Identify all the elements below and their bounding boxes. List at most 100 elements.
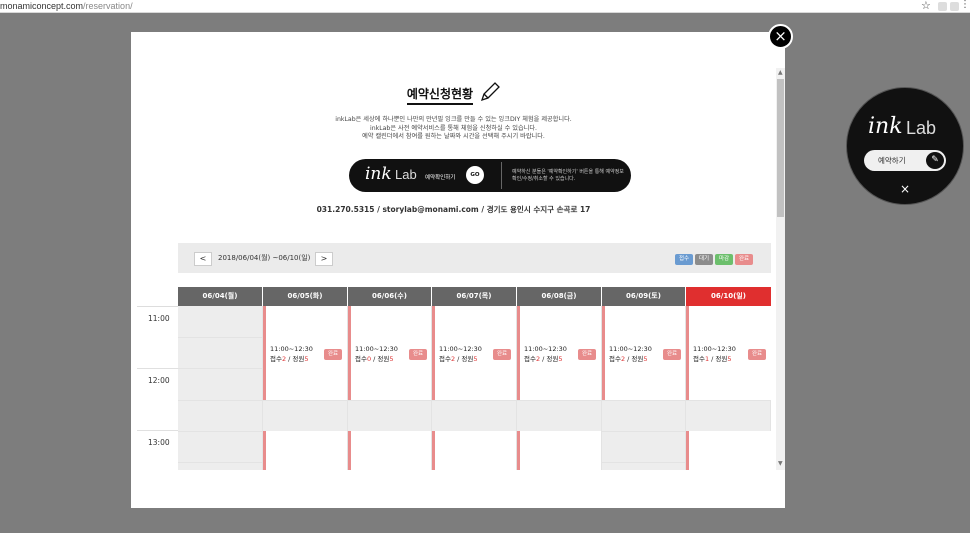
status-badge: 완료 bbox=[409, 349, 427, 360]
slot-time: 11:00~12:30 bbox=[270, 345, 313, 353]
scroll-up-icon[interactable]: ▲ bbox=[778, 69, 783, 76]
slot-time: 11:00~12:30 bbox=[355, 345, 398, 353]
calendar-grid: 11:00~12:30 접수2 / 정원5 완료 11:00~12:30 접수0… bbox=[178, 306, 771, 470]
slot-count: 접수0 / 정원5 bbox=[355, 355, 394, 363]
day-header-wed: 06/06(수) bbox=[348, 287, 431, 306]
time-slot[interactable] bbox=[517, 431, 601, 470]
slot-bar bbox=[263, 431, 266, 470]
day-header-sun: 06/10(일) bbox=[686, 287, 771, 306]
slot-count: 접수2 / 정원5 bbox=[270, 355, 309, 363]
legend-waiting: 대기 bbox=[695, 254, 713, 265]
page-title: 예약신청현황 bbox=[406, 85, 474, 105]
status-badge: 완료 bbox=[493, 349, 511, 360]
slot-time: 11:00~12:30 bbox=[609, 345, 652, 353]
day-header-tue: 06/05(화) bbox=[263, 287, 347, 306]
inklab-logo-lab: Lab bbox=[395, 167, 417, 182]
time-label: 13:00 bbox=[148, 438, 170, 447]
legend-complete: 완료 bbox=[735, 254, 753, 265]
widget-logo-lab: Lab bbox=[906, 118, 937, 138]
time-slot[interactable] bbox=[263, 431, 347, 470]
inklab-logo-ink: ink bbox=[365, 164, 392, 184]
status-badge: 완료 bbox=[663, 349, 681, 360]
pencil-icon bbox=[480, 82, 501, 106]
time-label: 11:00 bbox=[148, 314, 170, 323]
slot-bar bbox=[348, 306, 351, 400]
time-slot[interactable] bbox=[686, 431, 771, 470]
slot-time: 11:00~12:30 bbox=[524, 345, 567, 353]
browser-menu-icon[interactable]: ⋮ bbox=[960, 0, 970, 10]
legend-closed: 마감 bbox=[715, 254, 733, 265]
day-header-sat: 06/09(토) bbox=[602, 287, 685, 306]
calendar-cell bbox=[178, 306, 263, 470]
status-badge: 완료 bbox=[324, 349, 342, 360]
time-divider bbox=[137, 368, 178, 369]
modal-scrollbar[interactable]: ▲ ▼ bbox=[776, 68, 785, 470]
date-range: 2018/06/04(월) ~06/10(일) bbox=[218, 254, 311, 262]
reserve-button[interactable]: 예약하기 ✎ bbox=[864, 150, 946, 171]
time-label: 12:00 bbox=[148, 376, 170, 385]
banner-note: 예약하신 분들은 '예약확인하기' 버튼을 통해 예약정보 확인/수정/취소할 … bbox=[512, 169, 624, 182]
time-slot[interactable] bbox=[348, 431, 431, 470]
time-slot[interactable]: 11:00~12:30 접수2 / 정원5 완료 bbox=[517, 306, 601, 400]
slot-count: 접수1 / 정원5 bbox=[693, 355, 732, 363]
scrollbar-thumb[interactable] bbox=[777, 79, 784, 217]
time-slot[interactable]: 11:00~12:30 접수0 / 정원5 완료 bbox=[348, 306, 431, 400]
slot-bar bbox=[686, 431, 689, 470]
calendar-cell bbox=[178, 400, 771, 431]
status-badge: 완료 bbox=[748, 349, 766, 360]
url-path: /reservation/ bbox=[83, 1, 133, 11]
next-week-button[interactable]: > bbox=[315, 252, 333, 266]
slot-bar bbox=[263, 306, 266, 400]
time-slot[interactable] bbox=[432, 431, 516, 470]
time-slot[interactable]: 11:00~12:30 접수1 / 정원5 완료 bbox=[686, 306, 771, 400]
intro-text: inkLab은 세상에 하나뿐인 나만의 만년필 잉크를 만들 수 있는 잉크D… bbox=[131, 116, 776, 142]
slot-count: 접수2 / 정원5 bbox=[609, 355, 648, 363]
intro-line: inkLab은 세상에 하나뿐인 나만의 만년필 잉크를 만들 수 있는 잉크D… bbox=[335, 116, 572, 123]
extension-icon[interactable] bbox=[950, 2, 959, 11]
slot-time: 11:00~12:30 bbox=[693, 345, 736, 353]
slot-count: 접수2 / 정원5 bbox=[439, 355, 478, 363]
url-host: monamiconcept.com bbox=[0, 1, 84, 11]
browser-url-bar: monamiconcept.com/reservation/ ☆ ⋮ bbox=[0, 0, 970, 13]
day-header-thu: 06/07(목) bbox=[432, 287, 516, 306]
banner-divider bbox=[501, 162, 502, 189]
prev-week-button[interactable]: < bbox=[194, 252, 212, 266]
legend-applied: 접수 bbox=[675, 254, 693, 265]
title-wrap: 예약신청현황 bbox=[131, 78, 776, 105]
slot-time: 11:00~12:30 bbox=[439, 345, 482, 353]
bookmark-star-icon[interactable]: ☆ bbox=[921, 0, 931, 12]
day-header-fri: 06/08(금) bbox=[517, 287, 601, 306]
time-slot[interactable]: 11:00~12:30 접수2 / 정원5 완료 bbox=[432, 306, 516, 400]
widget-logo-ink: ink bbox=[868, 114, 903, 139]
slot-bar bbox=[348, 431, 351, 470]
slot-bar bbox=[432, 306, 435, 400]
time-divider bbox=[137, 430, 178, 431]
slot-bar bbox=[432, 431, 435, 470]
intro-line: inkLab은 사전 예약서비스를 통해 체험을 신청하실 수 있습니다. bbox=[369, 124, 538, 132]
reservation-check-banner[interactable]: ink Lab 예약확인하기 GO 예약하신 분들은 '예약확인하기' 버튼을 … bbox=[349, 159, 631, 192]
slot-bar bbox=[517, 306, 520, 400]
slot-bar bbox=[517, 431, 520, 470]
status-badge: 완료 bbox=[578, 349, 596, 360]
intro-line: 예약 캘린더에서 참여를 원하는 날짜와 시간을 선택해 주시기 바랍니다. bbox=[362, 133, 545, 140]
go-button[interactable]: GO bbox=[466, 166, 484, 184]
slot-bar bbox=[602, 306, 605, 400]
inklab-reserve-widget: ink Lab 예약하기 ✎ × bbox=[846, 87, 964, 205]
reserve-button-label: 예약하기 bbox=[878, 156, 906, 165]
url-text[interactable]: monamiconcept.com/reservation/ bbox=[0, 0, 133, 12]
modal-close-button[interactable]: × bbox=[768, 24, 793, 49]
contact-info: 031.270.5315 / storylab@monami.com / 경기도… bbox=[316, 205, 591, 214]
pencil-icon: ✎ bbox=[926, 152, 944, 169]
slot-count: 접수2 / 정원5 bbox=[524, 355, 563, 363]
calendar-toolbar: < 2018/06/04(월) ~06/10(일) > 접수 대기 마감 완료 bbox=[178, 243, 771, 273]
time-slot[interactable]: 11:00~12:30 접수2 / 정원5 완료 bbox=[263, 306, 347, 400]
scroll-down-icon[interactable]: ▼ bbox=[778, 460, 783, 467]
time-slot[interactable]: 11:00~12:30 접수2 / 정원5 완료 bbox=[602, 306, 685, 400]
slot-bar bbox=[686, 306, 689, 400]
calendar-cell bbox=[602, 431, 687, 470]
day-header-mon: 06/04(월) bbox=[178, 287, 262, 306]
check-reservation-label: 예약확인하기 bbox=[425, 175, 456, 181]
extension-icon[interactable] bbox=[938, 2, 947, 11]
grid-line bbox=[178, 400, 771, 401]
widget-close-button[interactable]: × bbox=[900, 182, 910, 196]
